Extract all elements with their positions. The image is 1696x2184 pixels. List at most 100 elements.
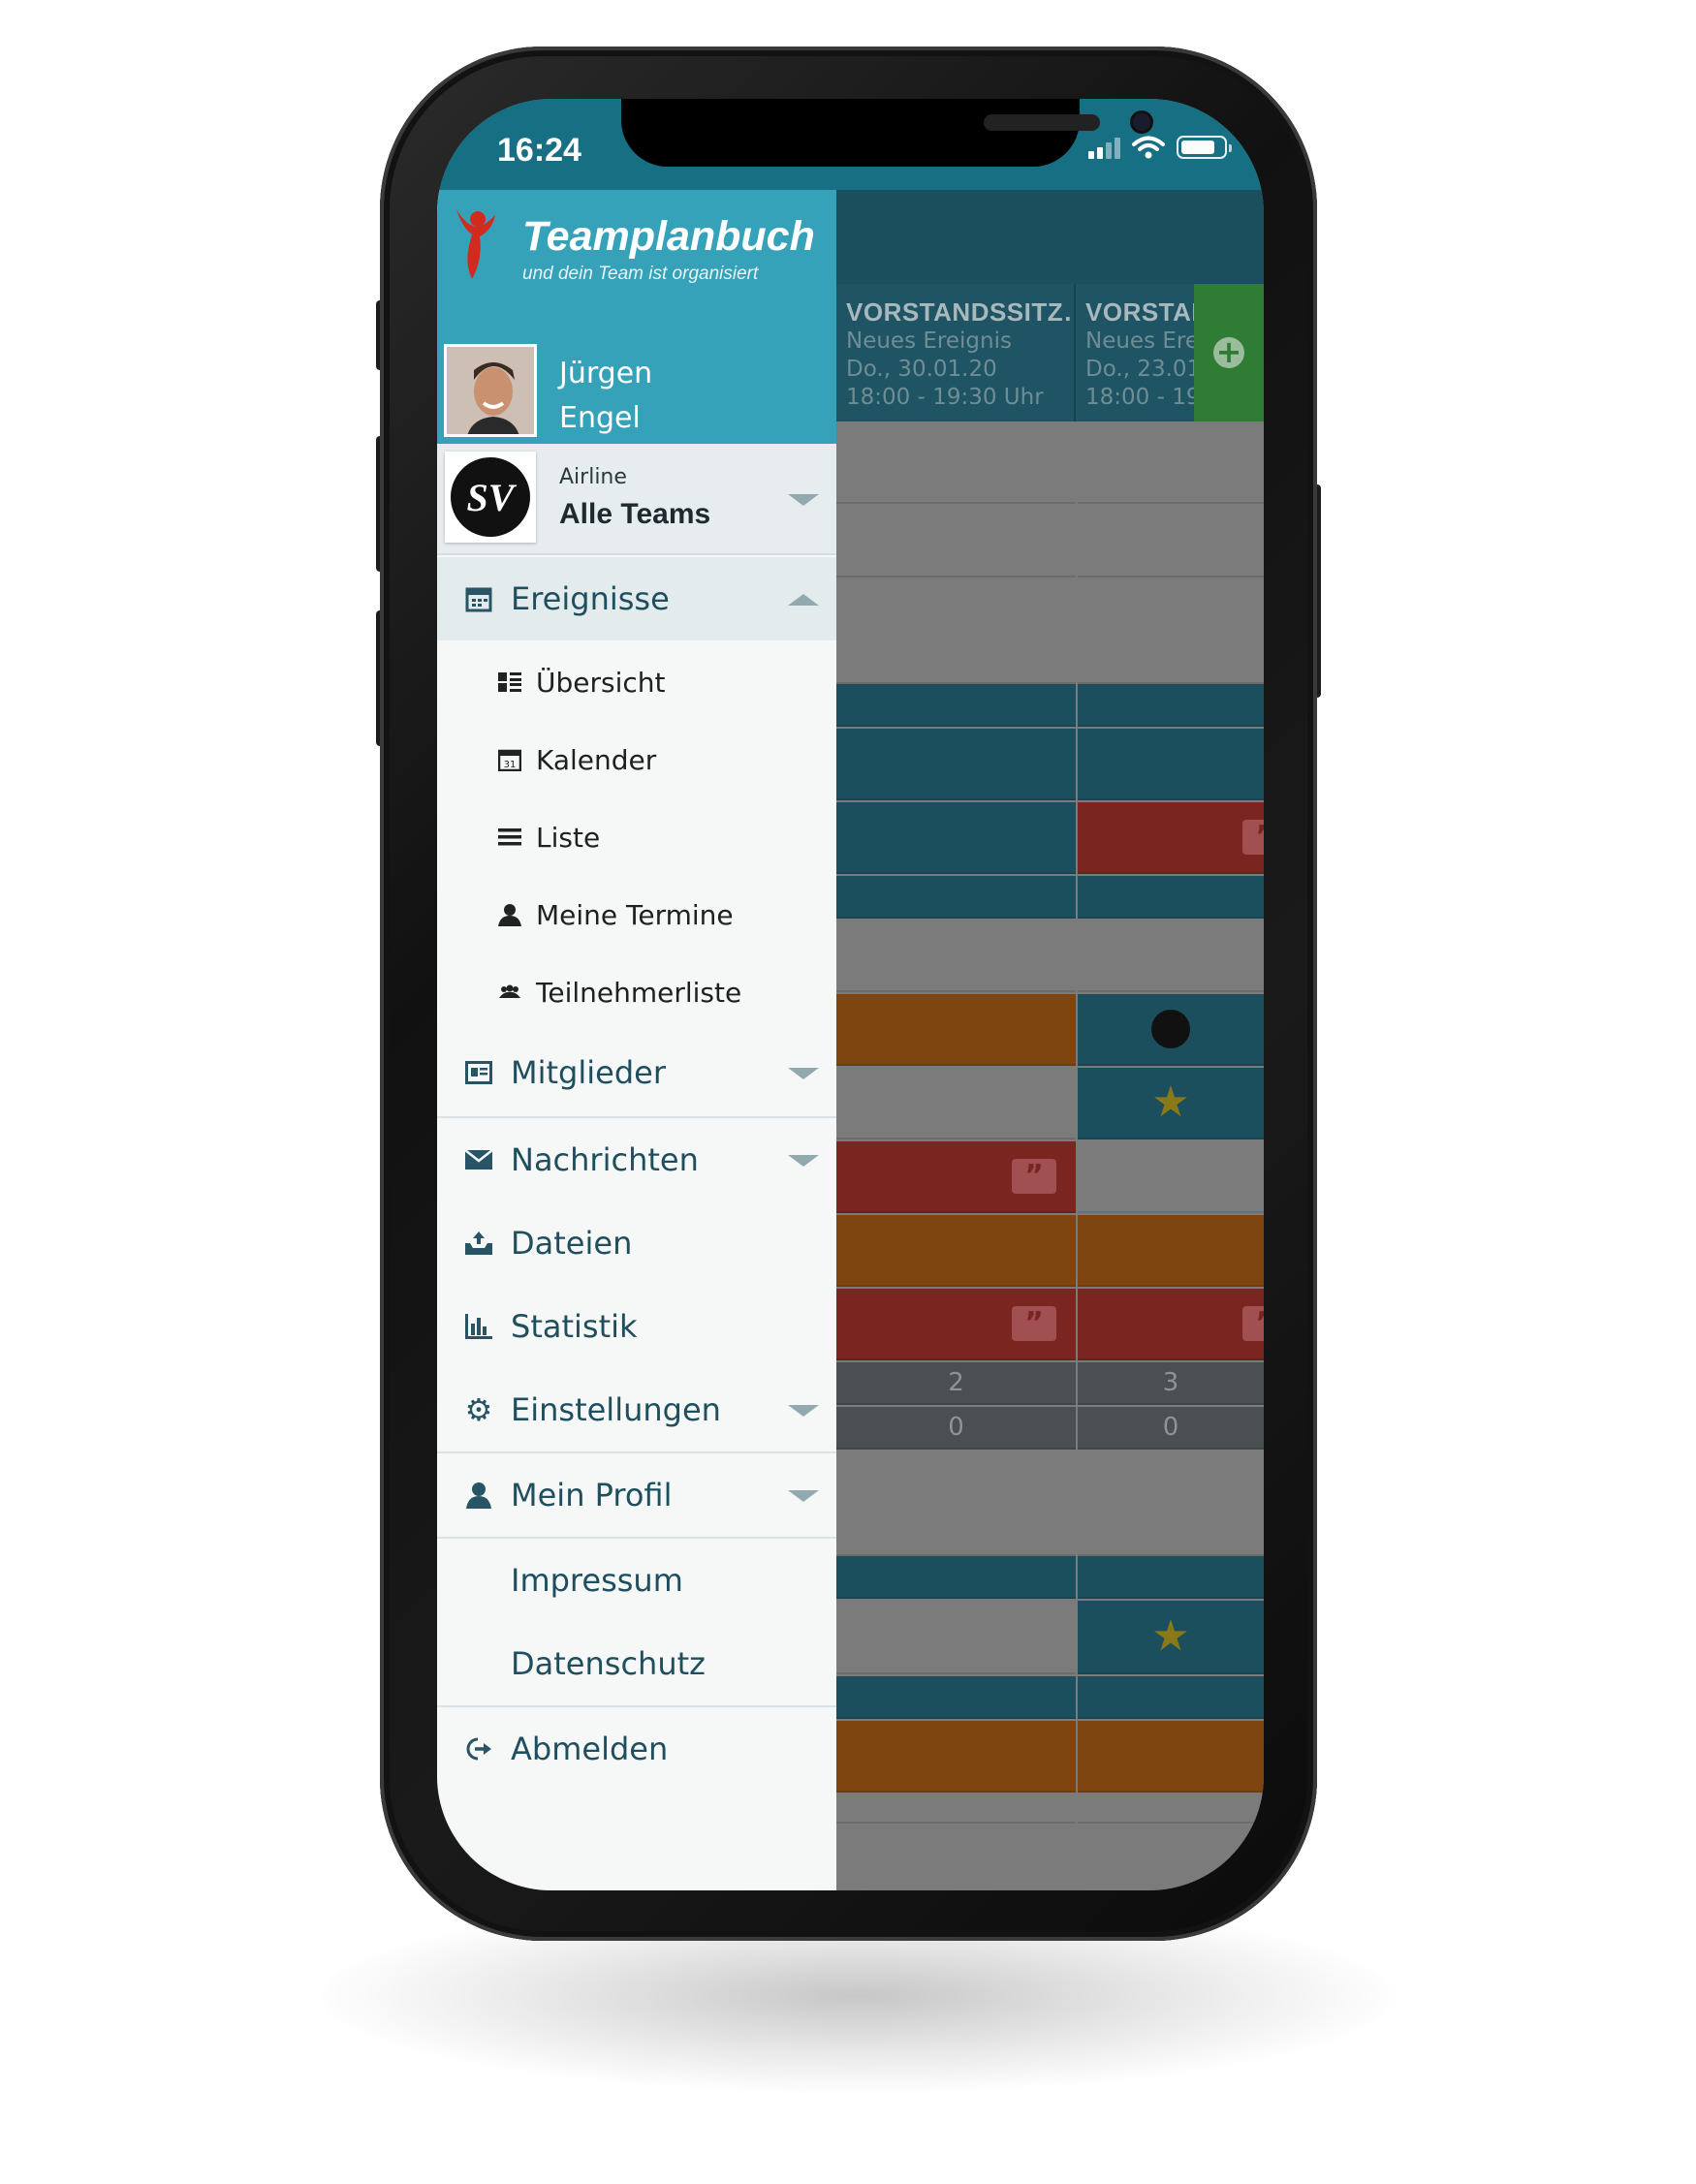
attendance-cell[interactable] (836, 1601, 1076, 1674)
yes-count: 2 (948, 1368, 964, 1397)
chevron-down-icon[interactable] (788, 1405, 819, 1417)
attendance-cell[interactable] (1078, 1556, 1264, 1599)
star-icon: ★ (1151, 1611, 1190, 1661)
attendance-cell[interactable] (1078, 1676, 1264, 1719)
attendance-cell[interactable]: ” (1078, 802, 1264, 874)
menu-item-files[interactable]: Dateien (437, 1201, 836, 1285)
menu-item-label: Impressum (511, 1562, 683, 1599)
attendance-cell[interactable] (836, 1068, 1076, 1139)
submenu-item-overview[interactable]: Übersicht (437, 643, 836, 721)
attendance-cell[interactable]: ” (1078, 1289, 1264, 1360)
attendance-cell[interactable] (836, 432, 1076, 504)
attendance-cell[interactable] (836, 729, 1076, 800)
attendance-cell[interactable] (836, 684, 1076, 727)
chevron-down-icon[interactable] (788, 494, 819, 506)
menu-item-label: Einstellungen (511, 1391, 721, 1428)
status-time: 16:24 (497, 132, 581, 169)
attendance-cell[interactable] (1078, 432, 1264, 504)
menu-item-messages[interactable]: Nachrichten (437, 1118, 836, 1201)
menu-item-events[interactable]: Ereignisse (437, 557, 836, 640)
attendance-cell[interactable] (1078, 506, 1264, 577)
submenu-item-participants[interactable]: Teilnehmerliste (437, 953, 836, 1031)
attendance-cell[interactable] (836, 1676, 1076, 1719)
menu-item-members[interactable]: Mitglieder (437, 1031, 836, 1114)
user-icon (464, 1481, 493, 1510)
menu-item-imprint[interactable]: Impressum (437, 1539, 836, 1622)
navigation-drawer: Teamplanbuch und dein Team ist organisie… (437, 190, 836, 1890)
attendance-cell[interactable] (836, 876, 1076, 919)
attendance-cell[interactable] (1078, 1794, 1264, 1824)
chevron-up-icon[interactable] (788, 594, 819, 606)
menu-item-label: Dateien (511, 1225, 633, 1262)
attendance-cell[interactable] (1078, 920, 1264, 992)
submenu-item-list[interactable]: Liste (437, 798, 836, 876)
attendance-cell[interactable] (836, 920, 1076, 992)
team-logo-text: SV (451, 457, 530, 537)
menu-item-statistics[interactable]: Statistik (437, 1285, 836, 1368)
menu-item-logout[interactable]: Abmelden (437, 1707, 836, 1791)
team-name: Alle Teams (559, 498, 711, 530)
attendance-cell[interactable] (1078, 729, 1264, 800)
add-event-button[interactable]: + (1194, 284, 1264, 421)
attendance-cell[interactable]: ” (836, 1289, 1076, 1360)
attendance-cell[interactable] (836, 994, 1076, 1066)
team-selector[interactable]: SV Airline Alle Teams (437, 444, 836, 555)
chevron-down-icon[interactable] (788, 1490, 819, 1502)
menu-item-settings[interactable]: ⚙ Einstellungen (437, 1368, 836, 1451)
submenu-item-label: Meine Termine (536, 898, 734, 931)
overview-icon (495, 668, 524, 697)
user-icon (495, 900, 524, 929)
comment-icon[interactable]: ” (1242, 820, 1264, 855)
menu-item-profile[interactable]: Mein Profil (437, 1453, 836, 1537)
attendance-cell[interactable] (1078, 587, 1264, 684)
attendance-cell[interactable] (1078, 1141, 1264, 1213)
attendance-cell[interactable] (836, 1459, 1076, 1556)
event-grid: VORSTANDSSITZ… Neues Ereignis Do., 30.01… (836, 190, 1264, 1890)
attendance-cell[interactable] (836, 587, 1076, 684)
attendance-cell[interactable] (1078, 684, 1264, 727)
attendance-cell[interactable] (1078, 1459, 1264, 1556)
calendar-31-icon: 31 (495, 745, 524, 774)
notch (621, 99, 1153, 167)
status-dot-icon (1151, 1010, 1190, 1048)
drawer-header: Teamplanbuch und dein Team ist organisie… (437, 190, 836, 444)
user-last-name: Engel (559, 401, 641, 435)
attendance-cell[interactable] (1078, 876, 1264, 919)
attendance-cell[interactable] (836, 1721, 1076, 1793)
yes-count: 3 (1162, 1368, 1179, 1397)
attendance-cell[interactable] (836, 506, 1076, 577)
attendance-cell[interactable] (1078, 1721, 1264, 1793)
attendance-cell[interactable] (836, 802, 1076, 874)
menu-item-privacy[interactable]: Datenschutz (437, 1622, 836, 1705)
submenu-item-label: Teilnehmerliste (536, 976, 742, 1009)
app-title: Teamplanbuch (522, 213, 815, 260)
grid-header-bar (836, 190, 1264, 284)
attendance-cell[interactable] (836, 1794, 1076, 1824)
event-date: Do., 30.01.20 (846, 357, 997, 382)
attendance-cell[interactable] (1078, 994, 1264, 1066)
logout-icon (464, 1734, 493, 1763)
comment-icon[interactable]: ” (1012, 1159, 1056, 1194)
inbox-upload-icon (464, 1229, 493, 1258)
yes-count-cell: 2 (836, 1362, 1076, 1405)
avatar[interactable] (444, 344, 537, 437)
attendance-cell[interactable]: ★ (1078, 1601, 1264, 1674)
wifi-icon (1132, 136, 1165, 159)
attendance-cell[interactable]: ” (836, 1141, 1076, 1213)
attendance-cell[interactable] (836, 1215, 1076, 1287)
attendance-cell[interactable]: ★ (1078, 1068, 1264, 1139)
event-column-header[interactable]: VORSTANDSSITZ… Neues Ereignis Do., 30.01… (836, 284, 1076, 421)
attendance-cell[interactable] (1078, 1215, 1264, 1287)
submenu-item-my-appointments[interactable]: Meine Termine (437, 876, 836, 953)
attendance-cell[interactable] (836, 1556, 1076, 1599)
user-first-name: Jürgen (559, 357, 653, 390)
comment-icon[interactable]: ” (1012, 1306, 1056, 1341)
app-tagline: und dein Team ist organisiert (522, 264, 759, 284)
chevron-down-icon[interactable] (788, 1068, 819, 1079)
no-count: 0 (1162, 1413, 1179, 1442)
comment-icon[interactable]: ” (1242, 1306, 1264, 1341)
chevron-down-icon[interactable] (788, 1155, 819, 1167)
app-logo-icon (456, 209, 495, 279)
submenu-item-calendar[interactable]: 31 Kalender (437, 721, 836, 798)
front-camera (1130, 110, 1153, 134)
